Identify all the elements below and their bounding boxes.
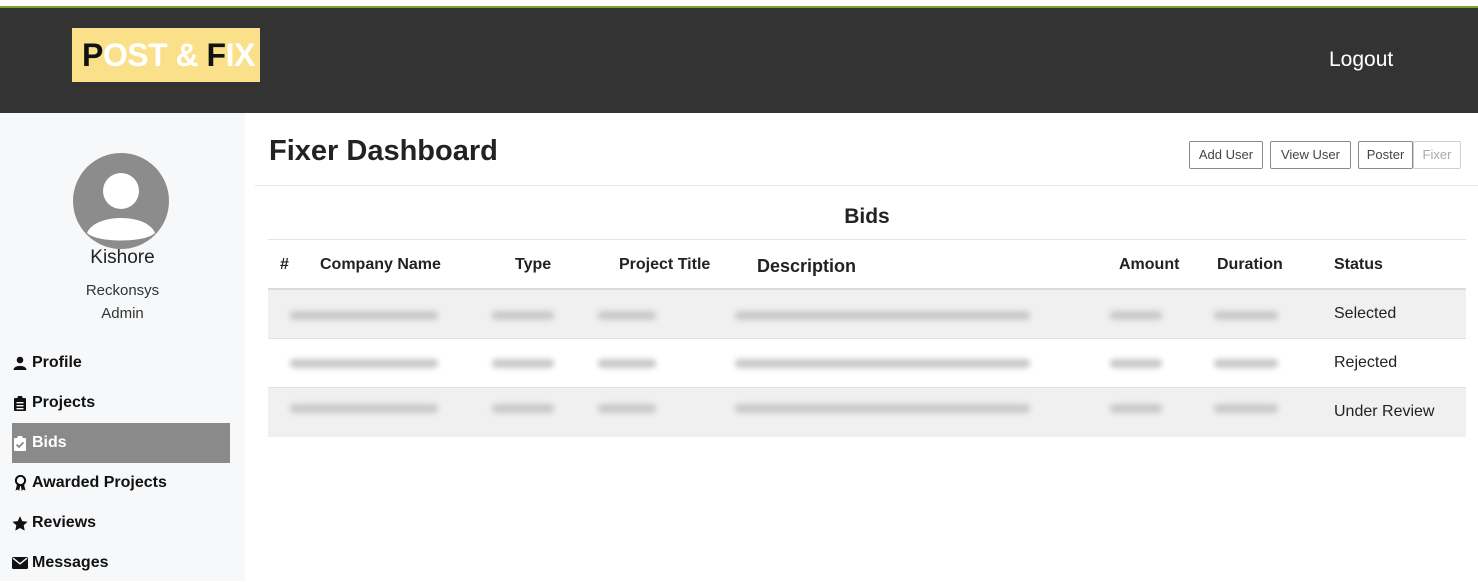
avatar	[73, 153, 169, 249]
sidebar-item-label: Projects	[32, 394, 96, 411]
redacted-cell	[290, 359, 438, 368]
sidebar: Kishore Reckonsys Admin Profile Projects…	[0, 113, 245, 581]
redacted-cell	[1214, 359, 1278, 368]
column-header-type: Type	[515, 256, 552, 273]
sidebar-item-awarded-projects[interactable]: Awarded Projects	[12, 463, 230, 503]
redacted-cell	[598, 311, 656, 320]
sidebar-item-label: Awarded Projects	[32, 474, 167, 491]
redacted-cell	[735, 404, 1030, 413]
user-icon	[12, 355, 28, 371]
column-header-description: Description	[757, 256, 857, 276]
star-icon	[12, 515, 28, 531]
envelope-icon	[12, 555, 28, 571]
user-avatar-icon	[87, 173, 155, 241]
logo-letter-p: P	[82, 37, 103, 73]
clipboard-icon	[12, 395, 28, 411]
top-accent-line	[0, 0, 1478, 8]
logout-link[interactable]: Logout	[1329, 48, 1393, 72]
column-header-company-name: Company Name	[320, 256, 441, 273]
redacted-cell	[1110, 359, 1162, 368]
redacted-cell	[1110, 404, 1162, 413]
sidebar-item-label: Reviews	[32, 514, 97, 531]
table-row[interactable]	[268, 339, 1466, 388]
table-row[interactable]	[268, 388, 1466, 437]
redacted-cell	[598, 404, 656, 413]
redacted-cell	[492, 311, 554, 320]
status-text: Selected	[1334, 305, 1397, 322]
redacted-cell	[598, 359, 656, 368]
redacted-cell	[1110, 311, 1162, 320]
logo-text-ix: IX	[225, 37, 256, 73]
top-navbar: POST & FIX Logout	[0, 8, 1478, 113]
redacted-cell	[290, 311, 438, 320]
sidebar-item-reviews[interactable]: Reviews	[12, 503, 230, 543]
profile-name: Kishore	[90, 247, 155, 268]
sidebar-item-label: Messages	[32, 554, 109, 571]
section-divider	[268, 239, 1466, 240]
redacted-cell	[1214, 311, 1278, 320]
column-header-project-title: Project Title	[619, 256, 711, 273]
column-header-amount: Amount	[1119, 256, 1180, 273]
redacted-cell	[1214, 404, 1278, 413]
clipboard-check-icon	[12, 435, 28, 451]
title-divider	[255, 185, 1478, 186]
sidebar-item-messages[interactable]: Messages	[12, 543, 230, 583]
page-title: Fixer Dashboard	[269, 135, 498, 167]
table-row[interactable]	[268, 290, 1466, 339]
column-header-number: #	[280, 256, 289, 273]
redacted-cell	[290, 404, 438, 413]
view-user-button[interactable]: View User	[1270, 141, 1351, 169]
logo-letter-f: F	[206, 37, 227, 73]
redacted-cell	[735, 359, 1030, 368]
status-text: Under Review	[1334, 403, 1435, 420]
redacted-cell	[735, 311, 1030, 320]
column-header-status: Status	[1334, 256, 1383, 273]
sidebar-item-bids[interactable]: Bids	[12, 423, 230, 463]
add-user-button[interactable]: Add User	[1189, 141, 1263, 169]
column-header-duration: Duration	[1217, 256, 1283, 273]
sidebar-item-projects[interactable]: Projects	[12, 383, 230, 423]
status-text: Rejected	[1334, 354, 1398, 371]
profile-company: Reckonsys	[85, 282, 160, 299]
poster-toggle-button[interactable]: Poster	[1358, 141, 1413, 169]
award-icon	[12, 475, 28, 491]
redacted-cell	[492, 359, 554, 368]
fixer-toggle-button[interactable]: Fixer	[1413, 141, 1461, 169]
sidebar-item-profile[interactable]: Profile	[12, 343, 230, 383]
logo[interactable]: POST & FIX	[72, 28, 260, 82]
redacted-cell	[492, 404, 554, 413]
profile-role: Admin	[101, 305, 144, 322]
sidebar-item-label: Profile	[32, 354, 82, 371]
logo-text-ost: OST &	[102, 37, 207, 73]
section-title: Bids	[844, 205, 890, 228]
sidebar-item-label: Bids	[32, 434, 67, 451]
